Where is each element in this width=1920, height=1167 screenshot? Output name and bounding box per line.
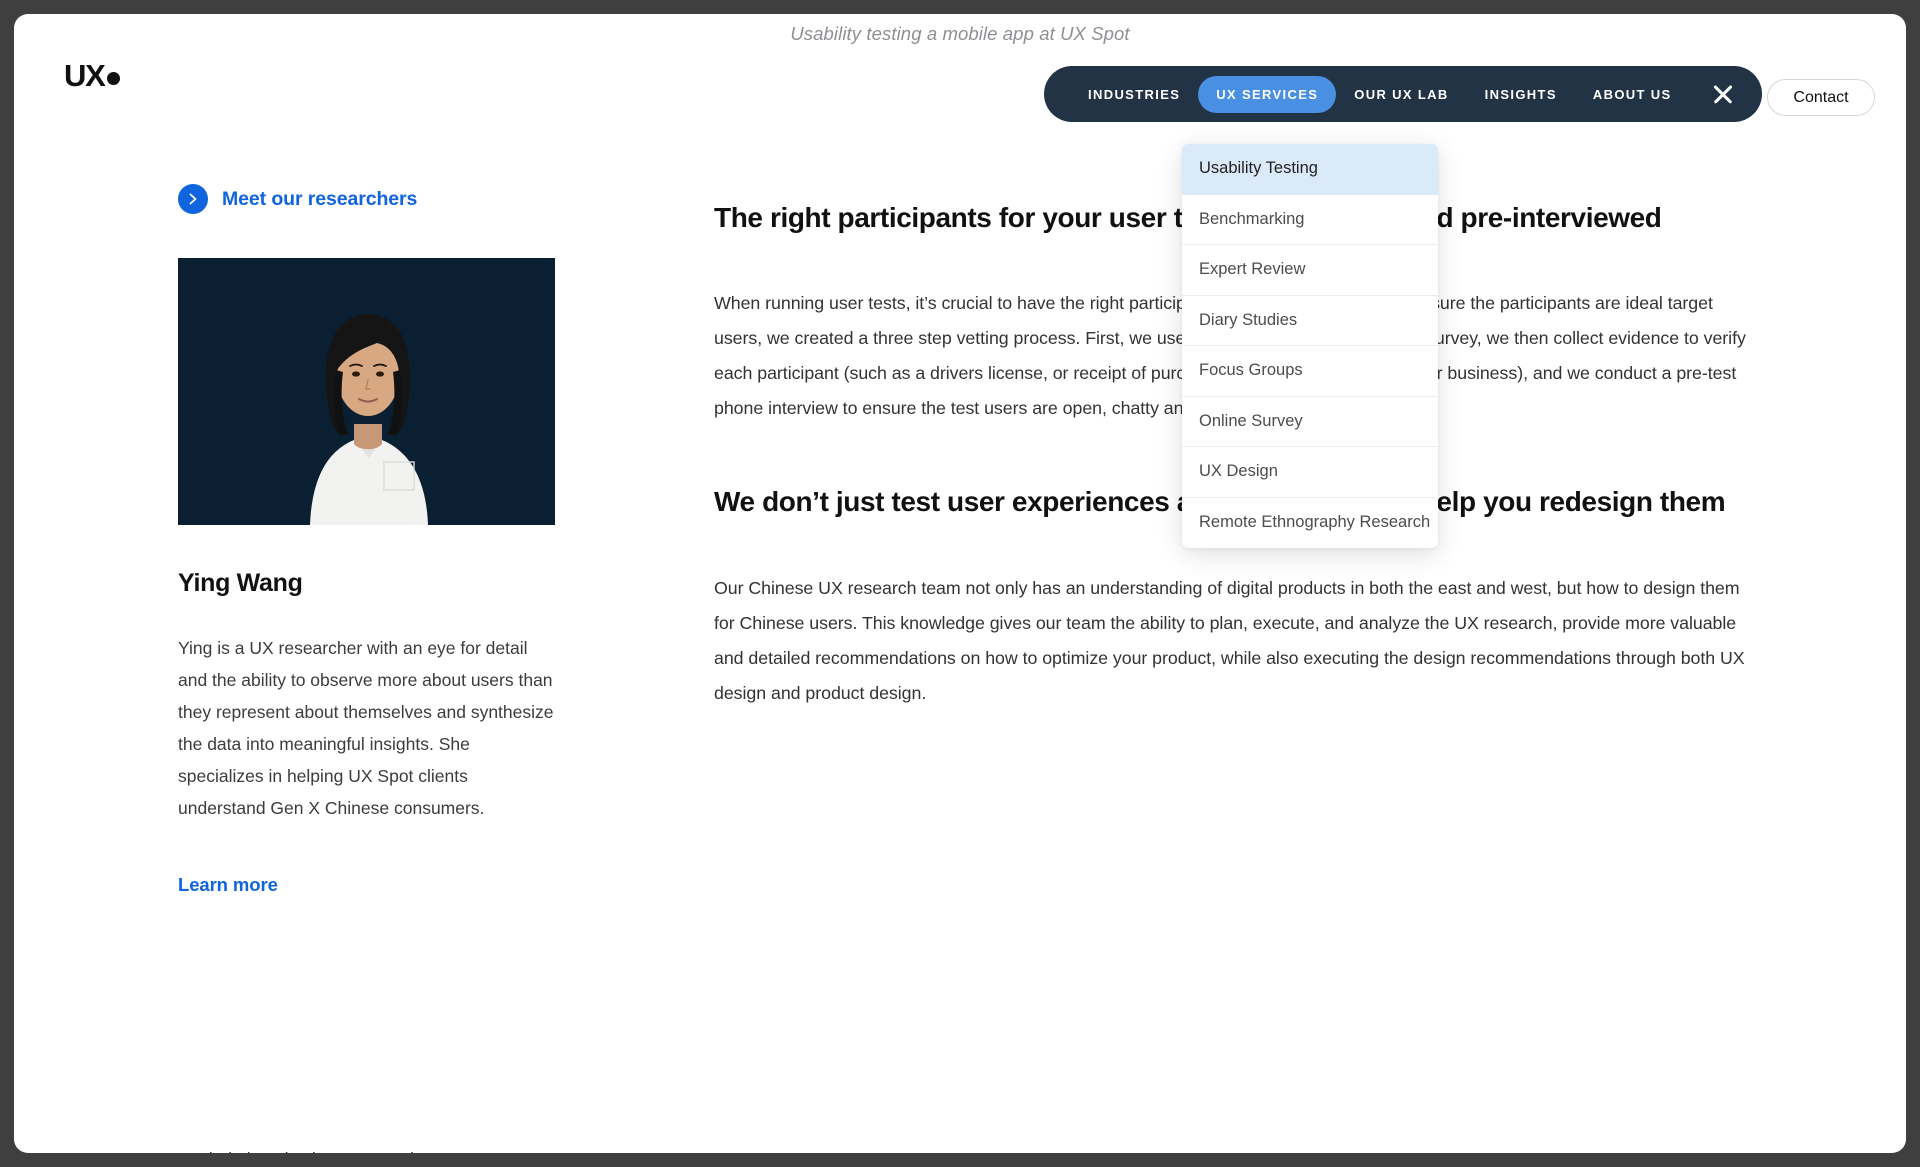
site-logo[interactable]: UX <box>64 58 120 94</box>
researcher-sidebar: Meet our researchers Ying Wang Ying is a… <box>178 184 556 896</box>
nav-item-ux-services[interactable]: UX SERVICES <box>1198 75 1337 113</box>
dropdown-item-online-survey[interactable]: Online Survey <box>1182 397 1438 447</box>
dropdown-item-ux-design[interactable]: UX Design <box>1182 447 1438 498</box>
dropdown-item-benchmarking[interactable]: Benchmarking <box>1182 195 1438 245</box>
site-logo-text: UX <box>64 58 106 93</box>
footer-teaser-text: We help best in class companies run UX <box>178 1149 492 1153</box>
close-icon[interactable] <box>1710 81 1736 107</box>
dropdown-item-remote-ethnography-research[interactable]: Remote Ethnography Research <box>1182 498 1438 549</box>
researcher-name: Ying Wang <box>178 569 303 597</box>
meet-our-researchers-link[interactable]: Meet our researchers <box>178 184 556 214</box>
ux-services-dropdown-menu: Usability Testing Benchmarking Expert Re… <box>1182 144 1438 548</box>
dropdown-item-usability-testing[interactable]: Usability Testing <box>1182 144 1438 195</box>
contact-button[interactable]: Contact <box>1767 79 1875 116</box>
dropdown-item-expert-review[interactable]: Expert Review <box>1182 245 1438 296</box>
chevron-right-icon <box>178 184 208 214</box>
nav-item-our-ux-lab[interactable]: OUR UX LAB <box>1336 76 1466 113</box>
researcher-bio: Ying is a UX researcher with an eye for … <box>178 638 554 818</box>
caption-text: Usability testing a mobile app at UX Spo… <box>790 23 1130 44</box>
browser-chrome-frame: Usability testing a mobile app at UX Spo… <box>0 0 1920 1167</box>
dropdown-item-focus-groups[interactable]: Focus Groups <box>1182 346 1438 397</box>
meet-our-researchers-label: Meet our researchers <box>222 187 418 210</box>
researcher-photo <box>178 258 555 525</box>
dropdown-item-diary-studies[interactable]: Diary Studies <box>1182 296 1438 346</box>
nav-item-industries[interactable]: INDUSTRIES <box>1070 76 1198 113</box>
logo-dot-icon <box>106 71 120 85</box>
nav-item-insights[interactable]: INSIGHTS <box>1467 76 1575 113</box>
nav-item-about-us[interactable]: ABOUT US <box>1575 76 1690 113</box>
page-caption: Usability testing a mobile app at UX Spo… <box>14 23 1906 45</box>
page-viewport: Usability testing a mobile app at UX Spo… <box>14 14 1906 1153</box>
learn-more-link[interactable]: Learn more <box>178 874 556 896</box>
section-paragraph-redesign: Our Chinese UX research team not only ha… <box>714 578 1745 703</box>
main-navigation: INDUSTRIES UX SERVICES OUR UX LAB INSIGH… <box>1044 66 1762 122</box>
